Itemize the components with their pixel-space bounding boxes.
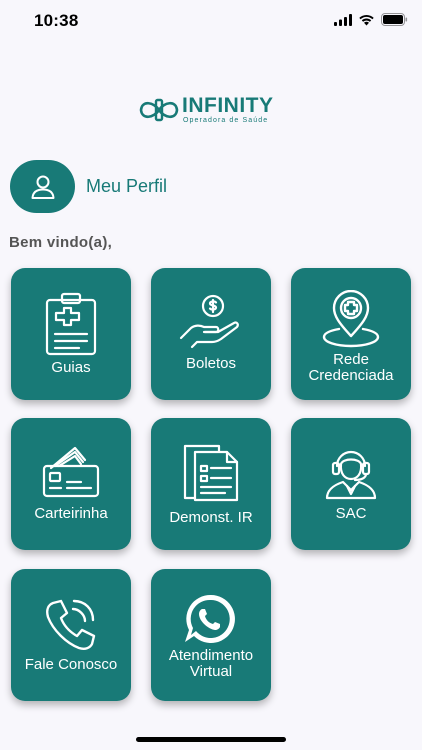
tile-demonst-ir[interactable]: Demonst. IR — [151, 418, 271, 550]
infinity-cross-logo-icon — [139, 98, 179, 122]
whatsapp-icon — [185, 594, 235, 643]
tile-carteirinha-label: Carteirinha — [34, 505, 108, 522]
tile-sac[interactable]: SAC — [291, 418, 411, 550]
documents-icon — [183, 444, 239, 502]
status-time: 10:38 — [34, 11, 79, 30]
tile-fale-conosco-label: Fale Conosco — [24, 656, 118, 673]
profile-button[interactable]: Meu Perfil — [10, 160, 167, 213]
status-icons — [334, 13, 408, 31]
tile-atendimento-virtual-label-line2: Virtual — [189, 663, 233, 680]
tile-guias[interactable]: Guias — [11, 268, 131, 400]
tile-carteirinha[interactable]: Carteirinha — [11, 418, 131, 550]
user-icon — [31, 175, 54, 199]
tile-atendimento-virtual-label-line1: Atendimento — [168, 647, 254, 664]
wifi-icon — [358, 13, 375, 31]
tile-sac-label: SAC — [335, 505, 367, 522]
medical-location-pin-icon — [322, 290, 380, 348]
headset-agent-icon — [325, 450, 377, 500]
tile-boletos-label: Boletos — [185, 355, 237, 372]
tile-demonst-ir-label: Demonst. IR — [169, 509, 253, 526]
phone-ringing-icon — [46, 599, 96, 650]
logo-name: INFINITY — [182, 94, 274, 117]
tile-rede-credenciada[interactable]: Rede Credenciada — [291, 268, 411, 400]
tile-rede-credenciada-label-line2: Credenciada — [308, 367, 394, 384]
logo-subtitle: Operadora de Saúde — [183, 117, 269, 124]
signal-icon — [334, 13, 352, 31]
home-indicator[interactable] — [136, 737, 286, 742]
id-cards-icon — [42, 446, 100, 498]
tile-boletos[interactable]: Boletos — [151, 268, 271, 400]
infinity-logo: INFINITY Operadora de Saúde — [138, 92, 284, 128]
profile-label: Meu Perfil — [86, 176, 168, 196]
tile-guias-label: Guias — [51, 359, 91, 376]
tile-rede-credenciada-label-line1: Rede — [333, 351, 369, 368]
tile-atendimento-virtual[interactable]: Atendimento Virtual — [151, 569, 271, 701]
battery-icon — [381, 13, 408, 31]
hand-coin-icon — [179, 294, 239, 349]
status-bar: 10:38 — [0, 0, 422, 44]
tile-fale-conosco[interactable]: Fale Conosco — [11, 569, 131, 701]
clipboard-medical-icon — [45, 292, 97, 356]
welcome-text: Bem vindo(a), — [9, 234, 113, 251]
avatar — [10, 160, 75, 213]
